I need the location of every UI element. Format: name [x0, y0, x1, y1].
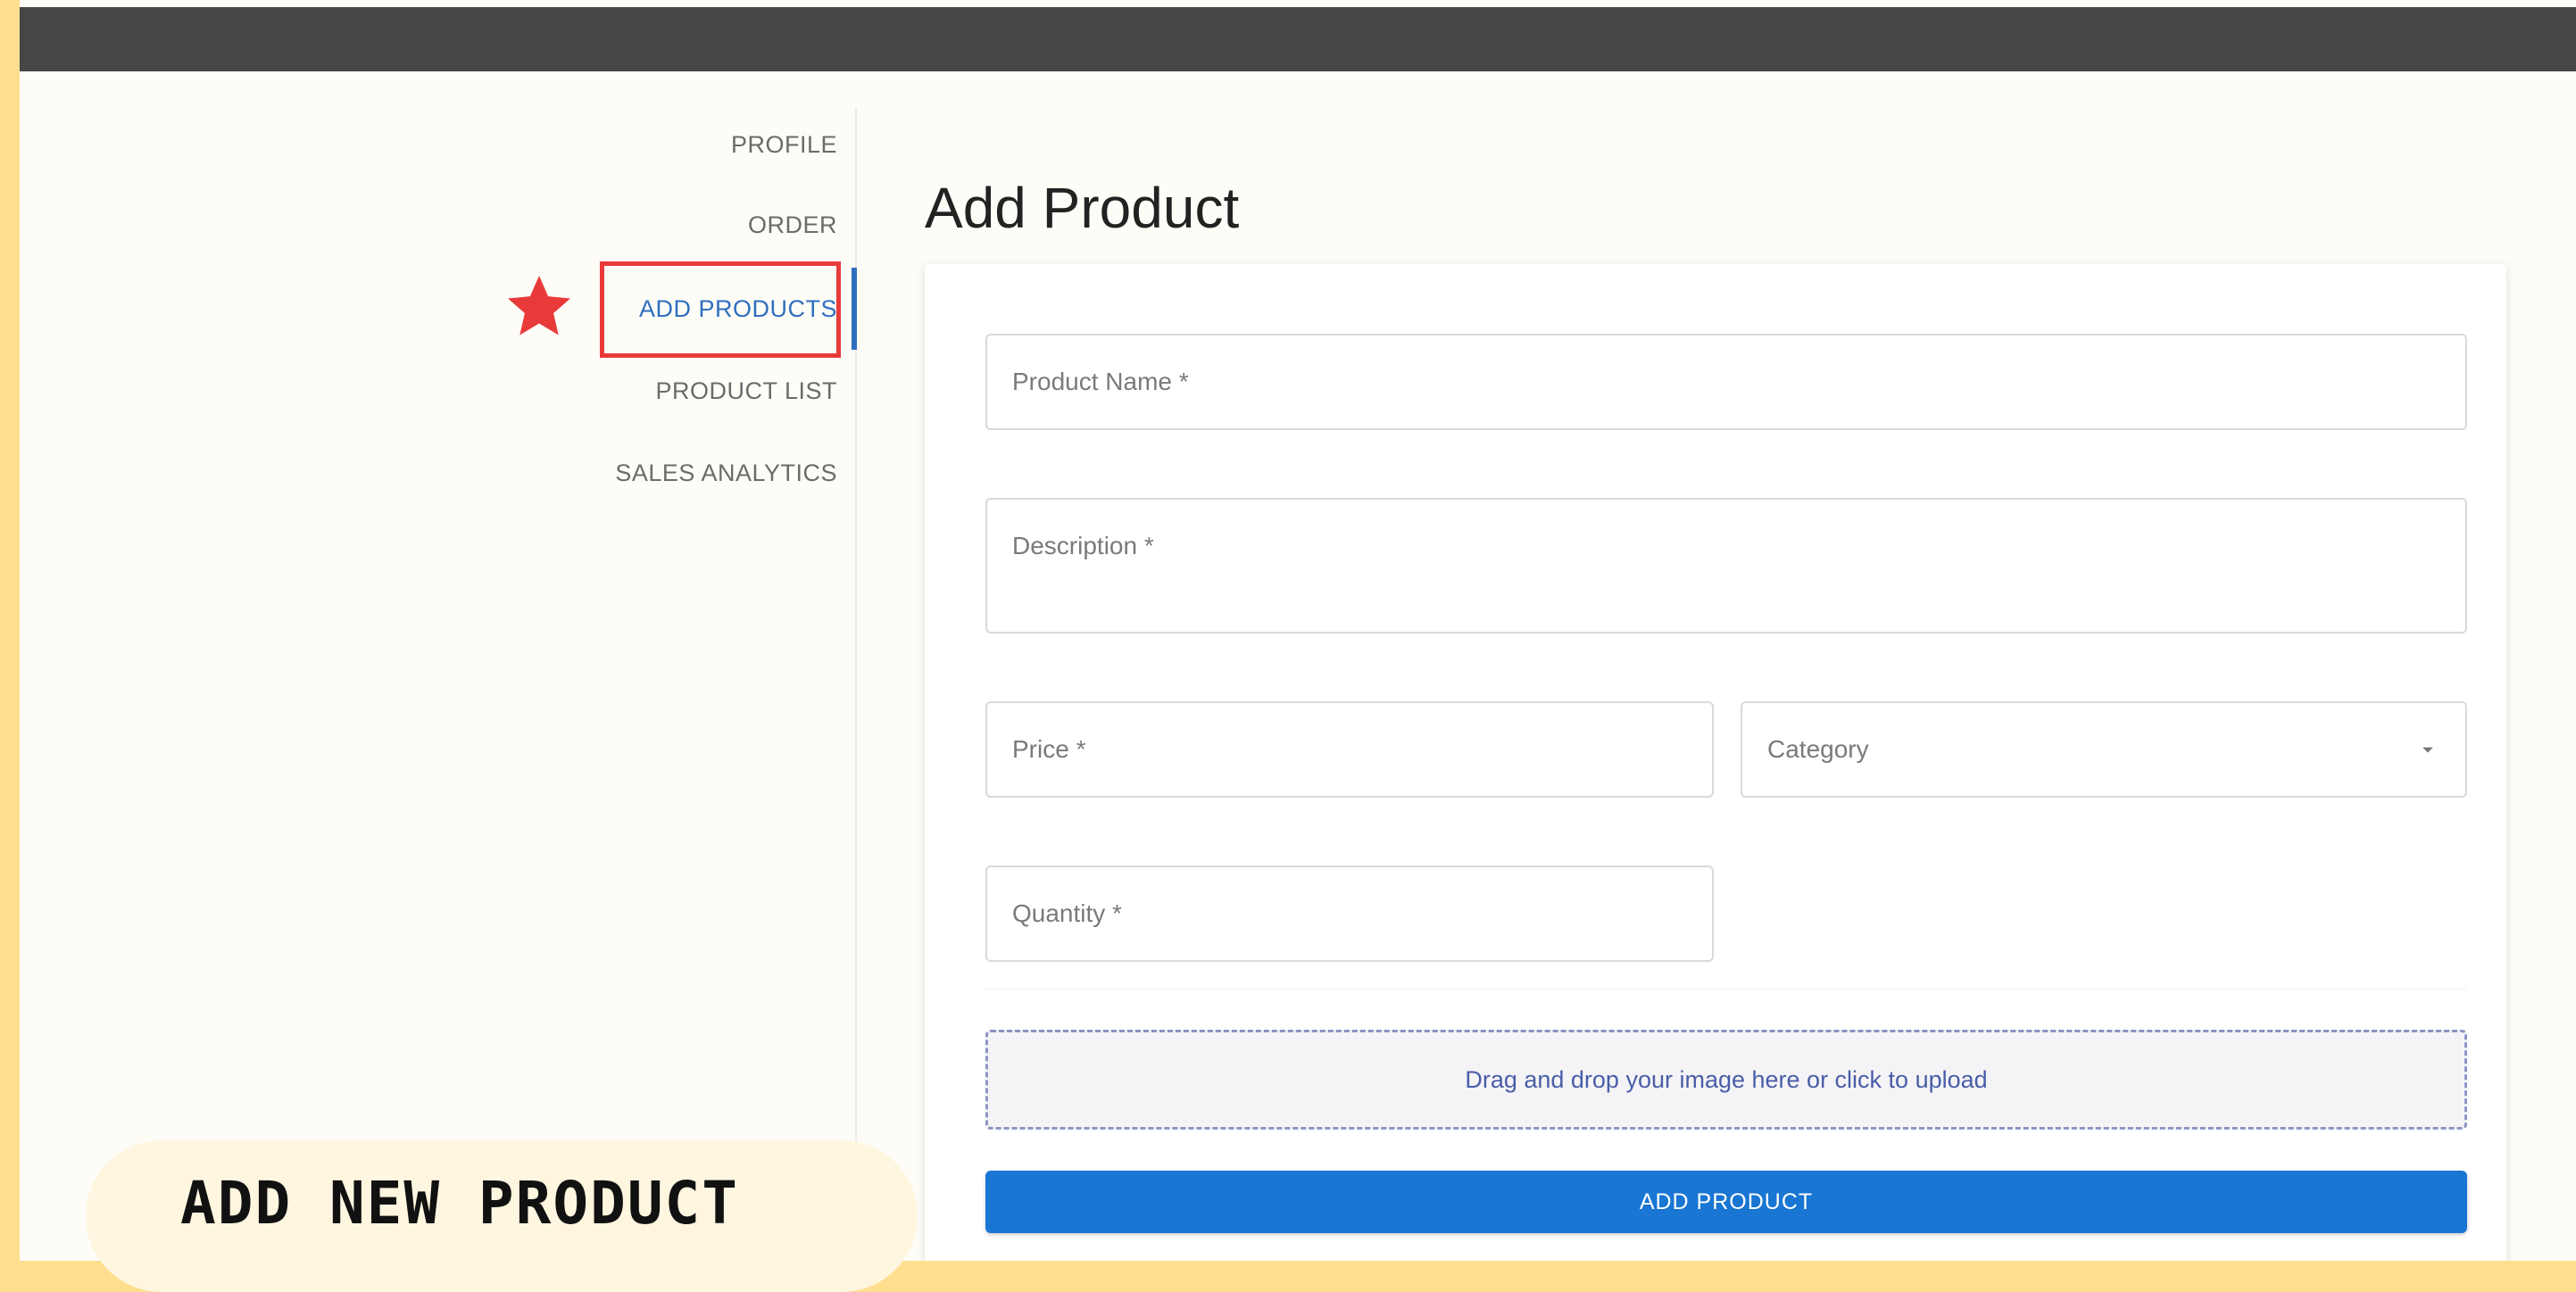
- sidebar-item-order[interactable]: ORDER: [569, 207, 837, 243]
- star-icon: [508, 276, 570, 335]
- caption-pill: ADD NEW PRODUCT: [86, 1140, 918, 1292]
- sidebar-item-sales-analytics[interactable]: SALES ANALYTICS: [569, 455, 837, 491]
- add-product-form: Category Drag and drop your image here o…: [925, 264, 2506, 1261]
- quantity-field[interactable]: [985, 865, 1714, 962]
- price-input[interactable]: [1012, 703, 1687, 796]
- product-name-field[interactable]: [985, 334, 2467, 430]
- category-label: Category: [1767, 735, 1869, 763]
- page-title: Add Product: [925, 176, 1240, 240]
- sidebar-item-profile[interactable]: PROFILE: [569, 127, 837, 162]
- description-input[interactable]: [1012, 532, 2440, 632]
- top-bar: [20, 7, 2576, 71]
- active-nav-indicator: [852, 268, 857, 350]
- image-upload-dropzone[interactable]: Drag and drop your image here or click t…: [985, 1030, 2467, 1130]
- chevron-down-icon: [2422, 747, 2433, 753]
- dropzone-text: Drag and drop your image here or click t…: [1465, 1065, 1988, 1093]
- price-field[interactable]: [985, 701, 1714, 798]
- product-name-input[interactable]: [1012, 335, 2440, 428]
- quantity-input[interactable]: [1012, 867, 1687, 960]
- sidebar: PROFILE ORDER ADD PRODUCTS PRODUCT LIST …: [20, 71, 857, 1261]
- caption-text: ADD NEW PRODUCT: [180, 1168, 740, 1238]
- form-divider: [985, 989, 2467, 990]
- sidebar-item-product-list[interactable]: PRODUCT LIST: [569, 373, 837, 409]
- app-screen: PROFILE ORDER ADD PRODUCTS PRODUCT LIST …: [20, 0, 2576, 1261]
- description-field[interactable]: [985, 498, 2467, 634]
- add-product-button[interactable]: ADD PRODUCT: [985, 1171, 2467, 1233]
- highlight-box: [600, 261, 841, 358]
- category-select[interactable]: Category: [1741, 701, 2467, 798]
